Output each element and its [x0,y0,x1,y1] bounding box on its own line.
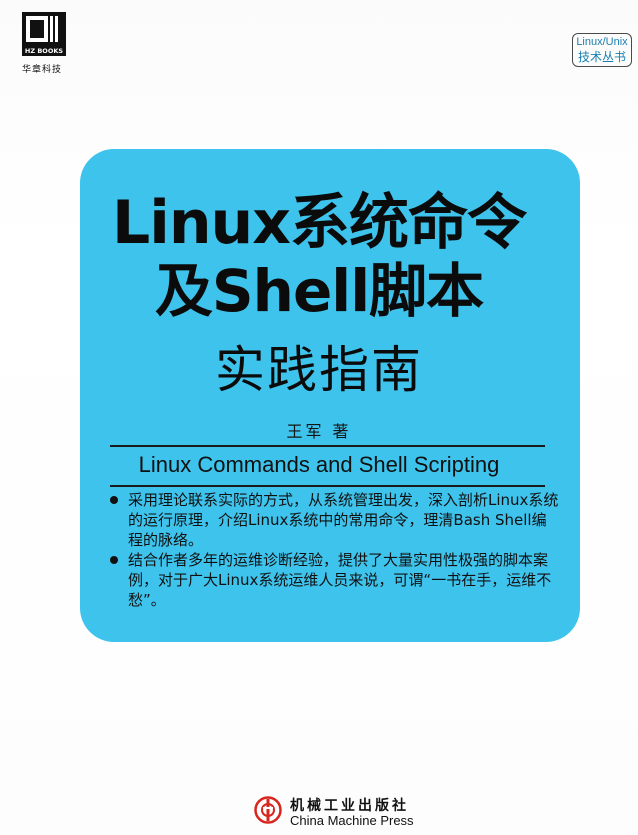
feature-text: 结合作者多年的运维诊断经验，提供了大量实用性极强的脚本案例，对于广大Linux系… [128,551,552,609]
publisher-brand: 华章科技 [22,65,63,75]
feature-item: 采用理论联系实际的方式，从系统管理出发，深入剖析Linux系统的运行原理，介绍L… [110,490,560,550]
press-name-en: China Machine Press [290,813,414,828]
bullet-dot-icon [110,556,118,564]
press-logo: 机械工业出版社 China Machine Press [254,795,444,831]
china-machine-press-logo-icon [254,796,282,824]
bullet-dot-icon [110,496,118,504]
press-name-cn: 机械工业出版社 [290,798,409,814]
book-title-line1: Linux系统命令 [112,188,527,258]
hz-books-mark-text: HZ BOOKS [25,47,63,55]
hz-books-logo: HZ BOOKS 华章科技 [18,12,78,75]
series-badge-line2: 技术丛书 [577,50,626,64]
hz-books-logo-icon: HZ BOOKS [22,12,66,56]
book-title-line3: 实践指南 [215,341,423,399]
feature-text: 采用理论联系实际的方式，从系统管理出发，深入剖析Linux系统的运行原理，介绍L… [128,491,559,549]
series-badge: Linux/Unix 技术丛书 [572,33,632,67]
book-title-line2: 及Shell脚本 [154,257,484,325]
divider-bottom [110,485,545,487]
author: 王军 著 [286,422,352,441]
english-subtitle: Linux Commands and Shell Scripting [138,452,500,477]
feature-item: 结合作者多年的运维诊断经验，提供了大量实用性极强的脚本案例，对于广大Linux系… [110,550,560,610]
divider-top [110,445,545,447]
series-badge-line1: Linux/Unix [576,36,628,48]
feature-list: 采用理论联系实际的方式，从系统管理出发，深入剖析Linux系统的运行原理，介绍L… [110,490,560,610]
book-cover: HZ BOOKS 华章科技 Linux/Unix 技术丛书 Linux系统命令 … [0,0,638,835]
